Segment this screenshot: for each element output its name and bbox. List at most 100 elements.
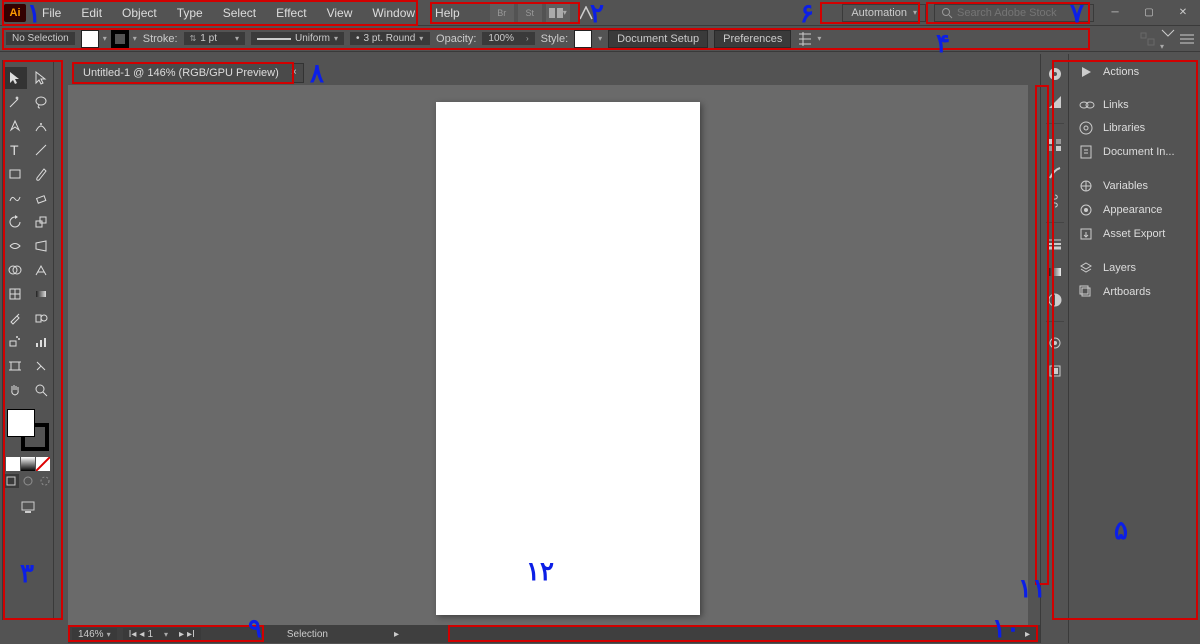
draw-inside[interactable] bbox=[37, 474, 53, 488]
mesh-tool[interactable] bbox=[3, 283, 27, 305]
artboard-tool[interactable] bbox=[3, 355, 27, 377]
symbols-icon[interactable] bbox=[1045, 191, 1065, 211]
align-icon[interactable]: ▾ bbox=[797, 32, 821, 46]
menu-select[interactable]: Select bbox=[213, 0, 266, 25]
rotate-tool[interactable] bbox=[3, 211, 27, 233]
menu-window[interactable]: Window bbox=[362, 0, 425, 25]
panel-artboards[interactable]: Artboards bbox=[1069, 280, 1200, 304]
stroke-panel-icon[interactable] bbox=[1045, 234, 1065, 254]
eraser-tool[interactable] bbox=[29, 187, 53, 209]
transform-icon[interactable] bbox=[1140, 32, 1156, 46]
panel-layers[interactable]: Layers bbox=[1069, 256, 1200, 280]
bridge-button[interactable]: Br bbox=[490, 3, 514, 23]
menu-view[interactable]: View bbox=[317, 0, 363, 25]
column-graph-tool[interactable] bbox=[29, 331, 53, 353]
panel-actions[interactable]: Actions bbox=[1069, 60, 1200, 84]
close-tab-icon[interactable]: × bbox=[291, 67, 297, 78]
draw-behind[interactable] bbox=[20, 474, 36, 488]
menu-effect[interactable]: Effect bbox=[266, 0, 316, 25]
gradient-tool[interactable] bbox=[29, 283, 53, 305]
width-tool[interactable] bbox=[3, 235, 27, 257]
appearance-icon[interactable] bbox=[1045, 333, 1065, 353]
color-panel-icon[interactable] bbox=[1045, 64, 1065, 84]
preferences-button[interactable]: Preferences bbox=[714, 30, 791, 48]
menu-file[interactable]: File bbox=[32, 0, 71, 25]
shape-builder-tool[interactable] bbox=[3, 259, 27, 281]
document-setup-button[interactable]: Document Setup bbox=[608, 30, 708, 48]
scale-tool[interactable] bbox=[29, 211, 53, 233]
zoom-level[interactable]: 146%▾ bbox=[72, 628, 117, 641]
panel-appearance[interactable]: Appearance bbox=[1069, 198, 1200, 222]
document-tab[interactable]: Untitled-1 @ 146% (RGB/GPU Preview) × bbox=[72, 63, 304, 83]
status-tool: Selection bbox=[287, 629, 328, 640]
stroke-swatch[interactable] bbox=[111, 30, 129, 48]
gradient-panel-icon[interactable] bbox=[1045, 262, 1065, 282]
blend-tool[interactable] bbox=[29, 307, 53, 329]
isolate-icon[interactable]: ▾ bbox=[1160, 26, 1176, 52]
fill-stroke-control[interactable] bbox=[7, 409, 49, 451]
brush-def[interactable]: •3 pt. Round▾ bbox=[350, 32, 430, 45]
pen-tool[interactable] bbox=[3, 115, 27, 137]
scroll-right-icon[interactable]: ▸ bbox=[1025, 629, 1030, 640]
menu-object[interactable]: Object bbox=[112, 0, 167, 25]
opacity-label: Opacity: bbox=[436, 33, 476, 45]
swatches-icon[interactable] bbox=[1045, 135, 1065, 155]
arrange-button[interactable]: ▾ bbox=[546, 3, 570, 23]
selection-tool[interactable] bbox=[3, 67, 27, 89]
transparency-icon[interactable] bbox=[1045, 290, 1065, 310]
gpu-icon[interactable] bbox=[574, 3, 598, 23]
vertical-scrollbar[interactable] bbox=[1028, 85, 1040, 625]
free-transform-tool[interactable] bbox=[29, 235, 53, 257]
artboard[interactable] bbox=[436, 102, 700, 615]
gradient-mode[interactable] bbox=[21, 457, 35, 471]
panel-variables[interactable]: Variables bbox=[1069, 174, 1200, 198]
panel-asset-export[interactable]: Asset Export bbox=[1069, 222, 1200, 246]
minimize-button[interactable]: ─ bbox=[1102, 3, 1128, 23]
color-mode[interactable] bbox=[6, 457, 20, 471]
maximize-button[interactable]: ▢ bbox=[1136, 3, 1162, 23]
perspective-tool[interactable] bbox=[29, 259, 53, 281]
menu-help[interactable]: Help bbox=[425, 0, 470, 25]
none-mode[interactable] bbox=[36, 457, 50, 471]
search-stock[interactable] bbox=[934, 4, 1094, 22]
hand-tool[interactable] bbox=[3, 379, 27, 401]
panel-libraries[interactable]: Libraries bbox=[1069, 116, 1200, 140]
stock-button[interactable]: St bbox=[518, 3, 542, 23]
style-swatch[interactable] bbox=[574, 30, 592, 48]
symbol-sprayer-tool[interactable] bbox=[3, 331, 27, 353]
eyedropper-tool[interactable] bbox=[3, 307, 27, 329]
panel-document-info[interactable]: Document In... bbox=[1069, 140, 1200, 164]
rectangle-tool[interactable] bbox=[3, 163, 27, 185]
search-input[interactable] bbox=[957, 7, 1087, 19]
slice-tool[interactable] bbox=[29, 355, 53, 377]
workspace-dropdown[interactable]: Automation▾ bbox=[842, 4, 926, 22]
graphic-styles-icon[interactable] bbox=[1045, 361, 1065, 381]
artboard-nav[interactable]: I◂◂1▾▸▸I bbox=[123, 628, 201, 641]
close-button[interactable]: ✕ bbox=[1170, 3, 1196, 23]
paintbrush-tool[interactable] bbox=[29, 163, 53, 185]
screen-mode[interactable] bbox=[16, 496, 40, 518]
opacity-field[interactable]: 100%› bbox=[482, 32, 534, 45]
line-tool[interactable] bbox=[29, 139, 53, 161]
selection-state[interactable]: No Selection bbox=[6, 32, 75, 45]
panel-menu-icon[interactable] bbox=[1180, 33, 1194, 45]
direct-selection-tool[interactable] bbox=[29, 67, 53, 89]
panel-links[interactable]: Links bbox=[1069, 94, 1200, 116]
shaper-tool[interactable] bbox=[3, 187, 27, 209]
status-play-icon[interactable]: ▸ bbox=[394, 629, 399, 640]
type-tool[interactable]: T bbox=[3, 139, 27, 161]
draw-normal[interactable] bbox=[3, 474, 19, 488]
zoom-tool[interactable] bbox=[29, 379, 53, 401]
fill-swatch[interactable] bbox=[81, 30, 99, 48]
brushes-icon[interactable] bbox=[1045, 163, 1065, 183]
stroke-weight[interactable]: ⇅1 pt▾ bbox=[184, 32, 245, 45]
stroke-profile[interactable]: Uniform▾ bbox=[251, 32, 344, 45]
fill-color[interactable] bbox=[7, 409, 35, 437]
magic-wand-tool[interactable] bbox=[3, 91, 27, 113]
color-guide-icon[interactable] bbox=[1045, 92, 1065, 112]
lasso-tool[interactable] bbox=[29, 91, 53, 113]
curvature-tool[interactable] bbox=[29, 115, 53, 137]
menu-bar: Ai File Edit Object Type Select Effect V… bbox=[0, 0, 1200, 26]
menu-type[interactable]: Type bbox=[167, 0, 213, 25]
menu-edit[interactable]: Edit bbox=[71, 0, 112, 25]
